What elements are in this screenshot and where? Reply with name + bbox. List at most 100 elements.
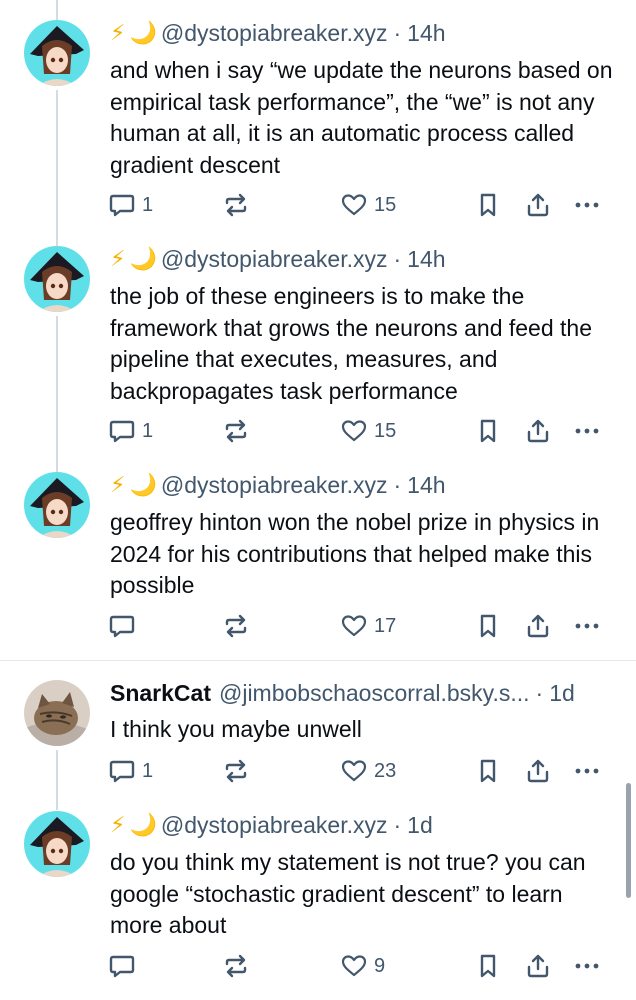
share-button[interactable] bbox=[524, 951, 552, 981]
share-icon bbox=[524, 191, 552, 219]
post-time[interactable]: 14h bbox=[407, 20, 445, 47]
like-button[interactable]: 15 bbox=[340, 416, 396, 446]
heart-icon bbox=[340, 612, 368, 640]
separator-dot: · bbox=[393, 19, 402, 46]
bookmark-icon bbox=[474, 417, 502, 445]
repost-icon bbox=[222, 757, 250, 785]
repost-icon bbox=[222, 952, 250, 980]
reply-count: 1 bbox=[142, 759, 154, 782]
more-icon bbox=[572, 952, 602, 980]
post[interactable]: ⚡ 🌙 @dystopiabreaker.xyz · 14h and when … bbox=[0, 0, 636, 230]
share-button[interactable] bbox=[524, 416, 552, 446]
bookmark-button[interactable] bbox=[474, 416, 502, 446]
more-icon bbox=[572, 757, 602, 785]
author-handle[interactable]: @dystopiabreaker.xyz bbox=[161, 472, 388, 499]
bookmark-button[interactable] bbox=[474, 951, 502, 981]
post[interactable]: ⚡ 🌙 @dystopiabreaker.xyz · 14h the job o… bbox=[0, 230, 636, 456]
post-text: do you think my statement is not true? y… bbox=[110, 849, 586, 938]
avatar[interactable] bbox=[24, 20, 90, 86]
like-count: 15 bbox=[374, 193, 397, 216]
repost-button[interactable] bbox=[222, 611, 250, 641]
repost-button[interactable] bbox=[222, 756, 250, 786]
avatar[interactable] bbox=[24, 680, 90, 746]
scrollbar[interactable] bbox=[626, 783, 631, 898]
post-time[interactable]: 14h bbox=[407, 472, 445, 499]
repost-icon bbox=[222, 191, 250, 219]
separator-dot: · bbox=[393, 471, 402, 498]
separator-dot: · bbox=[393, 811, 402, 838]
like-button[interactable]: 15 bbox=[340, 190, 396, 220]
like-button[interactable]: 17 bbox=[340, 611, 396, 641]
reply-button[interactable]: 1 bbox=[108, 756, 153, 786]
avatar[interactable] bbox=[24, 472, 90, 538]
bookmark-icon bbox=[474, 952, 502, 980]
more-icon bbox=[572, 612, 602, 640]
share-icon bbox=[524, 757, 552, 785]
like-button[interactable]: 23 bbox=[340, 756, 396, 786]
moon-emoji: 🌙 bbox=[129, 472, 157, 498]
share-button[interactable] bbox=[524, 190, 552, 220]
reply-icon bbox=[108, 612, 136, 640]
repost-button[interactable] bbox=[222, 190, 250, 220]
post-text: geoffrey hinton won the nobel prize in p… bbox=[110, 509, 600, 598]
post-actions: 1 15 bbox=[108, 190, 608, 220]
reply-button[interactable]: 1 bbox=[108, 190, 153, 220]
bookmark-button[interactable] bbox=[474, 190, 502, 220]
more-button[interactable] bbox=[572, 190, 602, 220]
more-button[interactable] bbox=[572, 611, 602, 641]
share-icon bbox=[524, 952, 552, 980]
post-time[interactable]: 1d bbox=[549, 680, 575, 707]
reply-icon bbox=[108, 952, 136, 980]
author-handle[interactable]: @dystopiabreaker.xyz bbox=[161, 20, 388, 47]
post-time[interactable]: 1d bbox=[407, 812, 433, 839]
reply-button[interactable] bbox=[108, 951, 142, 981]
like-count: 9 bbox=[374, 954, 386, 977]
post[interactable]: ⚡ 🌙 @dystopiabreaker.xyz · 1d do you thi… bbox=[0, 795, 636, 1000]
reply-button[interactable]: 1 bbox=[108, 416, 153, 446]
bookmark-icon bbox=[474, 612, 502, 640]
author-handle[interactable]: @dystopiabreaker.xyz bbox=[161, 246, 388, 273]
reply-button[interactable] bbox=[108, 611, 142, 641]
heart-icon bbox=[340, 417, 368, 445]
lightning-emoji: ⚡ bbox=[110, 246, 126, 272]
post-actions: 1 23 bbox=[108, 756, 608, 786]
post-text: I think you maybe unwell bbox=[110, 716, 362, 742]
post[interactable]: SnarkCat @jimbobschaoscorral.bsky.s... ·… bbox=[0, 661, 636, 795]
avatar[interactable] bbox=[24, 246, 90, 312]
more-button[interactable] bbox=[572, 951, 602, 981]
like-count: 15 bbox=[374, 419, 397, 442]
share-button[interactable] bbox=[524, 611, 552, 641]
separator-dot: · bbox=[535, 679, 544, 706]
more-button[interactable] bbox=[572, 416, 602, 446]
post-time[interactable]: 14h bbox=[407, 246, 445, 273]
like-button[interactable]: 9 bbox=[340, 951, 385, 981]
share-button[interactable] bbox=[524, 756, 552, 786]
more-button[interactable] bbox=[572, 756, 602, 786]
post[interactable]: ⚡ 🌙 @dystopiabreaker.xyz · 14h geoffrey … bbox=[0, 456, 636, 660]
repost-button[interactable] bbox=[222, 416, 250, 446]
separator-dot: · bbox=[393, 245, 402, 272]
repost-icon bbox=[222, 417, 250, 445]
repost-icon bbox=[222, 612, 250, 640]
lightning-emoji: ⚡ bbox=[110, 472, 126, 498]
avatar[interactable] bbox=[24, 811, 90, 877]
post-text: and when i say “we update the neurons ba… bbox=[110, 57, 613, 178]
bookmark-icon bbox=[474, 757, 502, 785]
share-icon bbox=[524, 417, 552, 445]
author-handle[interactable]: @jimbobschaoscorral.bsky.s... bbox=[219, 680, 530, 707]
repost-button[interactable] bbox=[222, 951, 250, 981]
bookmark-button[interactable] bbox=[474, 611, 502, 641]
moon-emoji: 🌙 bbox=[129, 812, 157, 838]
author-name[interactable]: SnarkCat bbox=[110, 680, 211, 707]
reply-icon bbox=[108, 757, 136, 785]
post-actions: 17 bbox=[108, 611, 608, 641]
bookmark-button[interactable] bbox=[474, 756, 502, 786]
author-handle[interactable]: @dystopiabreaker.xyz bbox=[161, 812, 388, 839]
lightning-emoji: ⚡ bbox=[110, 812, 126, 838]
post-header: ⚡ 🌙 @dystopiabreaker.xyz · 1d bbox=[110, 810, 620, 840]
reply-count: 1 bbox=[142, 419, 154, 442]
post-header: ⚡ 🌙 @dystopiabreaker.xyz · 14h bbox=[110, 244, 620, 274]
post-text: the job of these engineers is to make th… bbox=[110, 283, 593, 404]
post-actions: 9 bbox=[108, 951, 608, 981]
moon-emoji: 🌙 bbox=[129, 20, 157, 46]
